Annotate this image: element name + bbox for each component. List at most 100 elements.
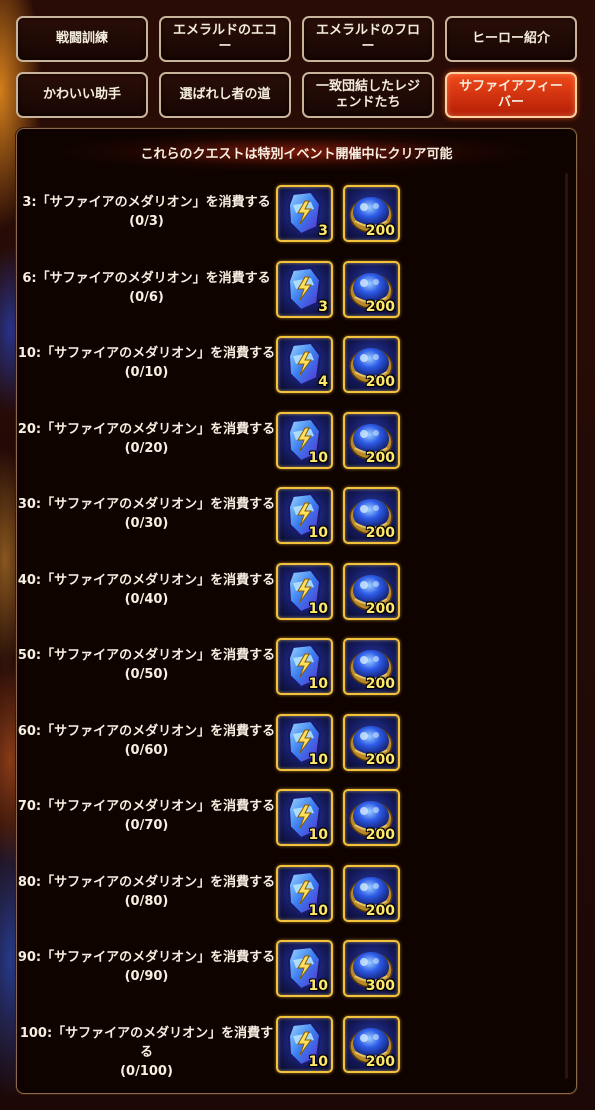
quest-title: 30:「サファイアのメダリオン」を消費する — [17, 497, 276, 512]
quest-text: 100:「サファイアのメダリオン」を消費する (0/100) — [17, 1024, 276, 1081]
tab-chosen-path[interactable]: 選ばれし者の道 — [159, 72, 291, 118]
quest-row: 60:「サファイアのメダリオン」を消費する (0/60) 10 200 — [17, 713, 557, 789]
reward-count: 10 — [308, 1053, 328, 1070]
reward-slot-medallion[interactable]: 10 — [276, 411, 333, 469]
quest-title: 70:「サファイアのメダリオン」を消費する — [17, 799, 276, 814]
notice-banner: これらのクエストは特別イベント開催中にクリア可能 — [17, 133, 576, 171]
quest-row: 90:「サファイアのメダリオン」を消費する (0/90) 10 300 — [17, 940, 557, 1015]
reward-slot-gem[interactable]: 200 — [343, 1015, 400, 1073]
quest-text: 10:「サファイアのメダリオン」を消費する (0/10) — [17, 344, 276, 382]
quest-title: 3:「サファイアのメダリオン」を消費する — [22, 195, 271, 210]
quest-title: 40:「サファイアのメダリオン」を消費する — [17, 572, 276, 588]
reward-slot-gem[interactable]: 200 — [343, 638, 400, 695]
quest-progress: (0/40) — [124, 591, 169, 607]
tab-emerald-flow[interactable]: エメラルドのフロー — [302, 16, 434, 62]
reward-count: 10 — [308, 600, 328, 617]
reward-slot-gem[interactable]: 200 — [343, 713, 400, 771]
quest-row: 3:「サファイアのメダリオン」を消費する (0/3) 3 200 — [17, 185, 557, 260]
quest-progress: (0/80) — [124, 893, 169, 909]
quest-progress: (0/70) — [124, 818, 169, 833]
reward-slot-medallion[interactable]: 10 — [276, 1015, 333, 1073]
reward-slot-medallion[interactable]: 10 — [276, 638, 333, 695]
reward-count: 200 — [365, 600, 395, 617]
quest-text: 6:「サファイアのメダリオン」を消費する (0/6) — [17, 269, 276, 307]
tab-united-legends[interactable]: 一致団結したレジェンドたち — [302, 72, 434, 118]
quest-row: 100:「サファイアのメダリオン」を消費する (0/100) 10 200 — [17, 1015, 557, 1091]
quest-title: 60:「サファイアのメダリオン」を消費する — [17, 723, 276, 739]
reward-count: 10 — [308, 449, 328, 466]
reward-count: 10 — [308, 676, 328, 692]
tab-sapphire-fever[interactable]: サファイアフィーバー — [445, 72, 577, 118]
reward-slot-medallion[interactable]: 10 — [276, 562, 333, 620]
reward-slot-gem[interactable]: 200 — [343, 864, 400, 922]
reward-count: 10 — [308, 525, 328, 541]
reward-slot-medallion[interactable]: 3 — [276, 260, 333, 318]
reward-slot-medallion[interactable]: 10 — [276, 713, 333, 771]
quest-row: 10:「サファイアのメダリオン」を消費する (0/10) 4 200 — [17, 336, 557, 411]
reward-count: 200 — [365, 751, 395, 768]
quest-title: 90:「サファイアのメダリオン」を消費する — [17, 950, 276, 965]
quest-title: 20:「サファイアのメダリオン」を消費する — [17, 421, 276, 437]
quest-progress: (0/10) — [124, 365, 169, 380]
reward-slot-gem[interactable]: 300 — [343, 940, 400, 997]
reward-count: 200 — [365, 676, 395, 692]
quest-title: 6:「サファイアのメダリオン」を消費する — [22, 270, 271, 286]
tab-battle-training[interactable]: 戦闘訓練 — [16, 16, 148, 62]
reward-count: 10 — [308, 978, 328, 994]
quest-progress: (0/3) — [129, 214, 164, 229]
reward-count: 10 — [308, 751, 328, 768]
tab-cute-helper[interactable]: かわいい助手 — [16, 72, 148, 118]
reward-slot-gem[interactable]: 200 — [343, 185, 400, 242]
quest-progress: (0/20) — [124, 440, 169, 456]
quest-title: 10:「サファイアのメダリオン」を消費する — [17, 346, 276, 361]
quest-text: 3:「サファイアのメダリオン」を消費する (0/3) — [17, 193, 276, 231]
reward-slot-gem[interactable]: 200 — [343, 411, 400, 469]
reward-slot-medallion[interactable]: 10 — [276, 789, 333, 846]
reward-slot-medallion[interactable]: 10 — [276, 864, 333, 922]
reward-slot-medallion[interactable]: 4 — [276, 336, 333, 393]
quest-text: 40:「サファイアのメダリオン」を消費する (0/40) — [17, 571, 276, 609]
reward-slot-gem[interactable]: 200 — [343, 789, 400, 846]
quest-text: 90:「サファイアのメダリオン」を消費する (0/90) — [17, 948, 276, 986]
reward-slot-gem[interactable]: 200 — [343, 336, 400, 393]
reward-slot-medallion[interactable]: 10 — [276, 940, 333, 997]
reward-slot-gem[interactable]: 200 — [343, 260, 400, 318]
quest-title: 50:「サファイアのメダリオン」を消費する — [17, 648, 276, 663]
reward-count: 200 — [365, 449, 395, 466]
reward-slot-medallion[interactable]: 10 — [276, 487, 333, 544]
scrollbar[interactable] — [565, 173, 568, 1079]
quest-progress: (0/90) — [124, 969, 169, 984]
reward-slot-gem[interactable]: 200 — [343, 562, 400, 620]
tab-hero-intro[interactable]: ヒーロー紹介 — [445, 16, 577, 62]
reward-count: 10 — [308, 827, 328, 843]
reward-count: 4 — [318, 374, 328, 390]
quest-row: 50:「サファイアのメダリオン」を消費する (0/50) 10 200 — [17, 638, 557, 713]
quest-panel: これらのクエストは特別イベント開催中にクリア可能 3:「サファイアのメダリオン」… — [16, 128, 577, 1094]
quest-text: 50:「サファイアのメダリオン」を消費する (0/50) — [17, 646, 276, 684]
reward-count: 200 — [365, 374, 395, 390]
reward-slot-medallion[interactable]: 3 — [276, 185, 333, 242]
quest-text: 60:「サファイアのメダリオン」を消費する (0/60) — [17, 722, 276, 760]
reward-count: 3 — [318, 298, 328, 315]
reward-slot-gem[interactable]: 200 — [343, 487, 400, 544]
reward-count: 200 — [365, 902, 395, 919]
quest-title: 100:「サファイアのメダリオン」を消費する — [19, 1025, 274, 1060]
quest-row: 6:「サファイアのメダリオン」を消費する (0/6) 3 200 — [17, 260, 557, 336]
quest-text: 70:「サファイアのメダリオン」を消費する (0/70) — [17, 797, 276, 835]
quest-progress: (0/100) — [120, 1063, 173, 1079]
quest-row: 30:「サファイアのメダリオン」を消費する (0/30) 10 200 — [17, 487, 557, 562]
quest-progress: (0/30) — [124, 516, 169, 531]
reward-count: 200 — [365, 525, 395, 541]
notice-text: これらのクエストは特別イベント開催中にクリア可能 — [140, 146, 453, 162]
quest-progress: (0/60) — [124, 742, 169, 758]
tab-emerald-echo[interactable]: エメラルドのエコー — [159, 16, 291, 62]
quest-row: 40:「サファイアのメダリオン」を消費する (0/40) 10 200 — [17, 562, 557, 638]
quest-row: 70:「サファイアのメダリオン」を消費する (0/70) 10 200 — [17, 789, 557, 864]
reward-count: 200 — [365, 298, 395, 315]
quest-progress: (0/50) — [124, 667, 169, 682]
quest-row: 80:「サファイアのメダリオン」を消費する (0/80) 10 200 — [17, 864, 557, 940]
reward-count: 10 — [308, 902, 328, 919]
tab-bar: 戦闘訓練 エメラルドのエコー エメラルドのフロー ヒーロー紹介 かわいい助手 選… — [16, 16, 577, 118]
quest-text: 80:「サファイアのメダリオン」を消費する (0/80) — [17, 873, 276, 911]
quest-text: 20:「サファイアのメダリオン」を消費する (0/20) — [17, 420, 276, 458]
